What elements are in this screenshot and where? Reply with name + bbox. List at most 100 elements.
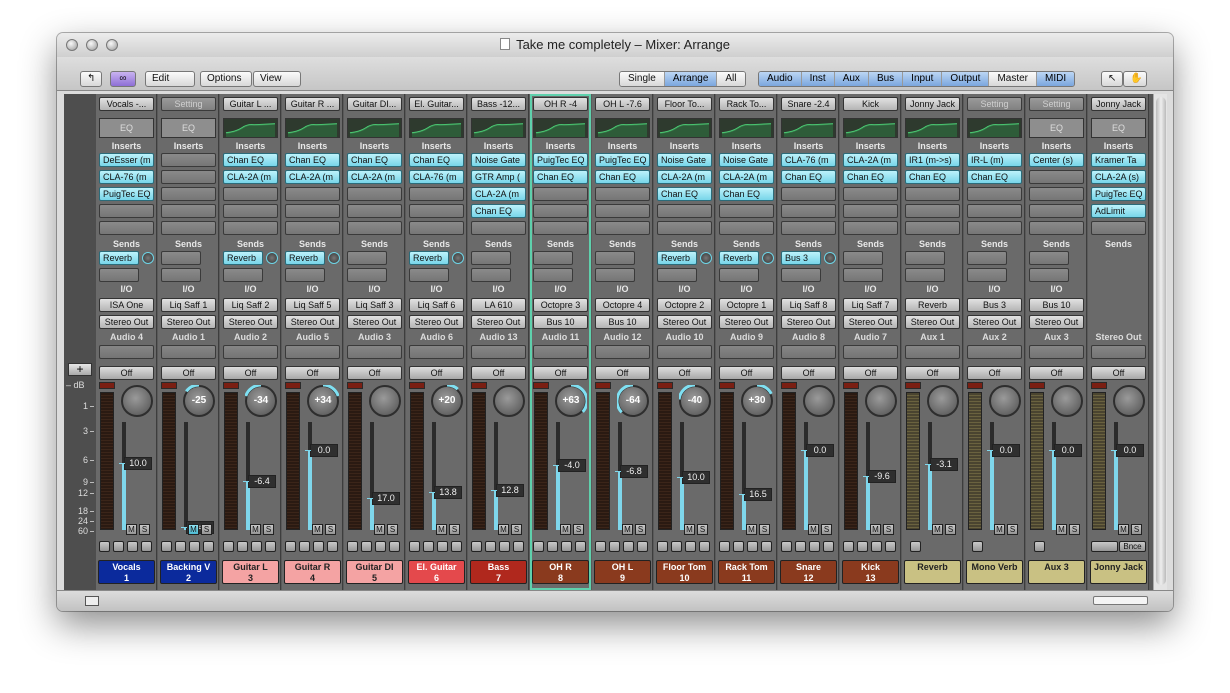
input-monitor-i-button[interactable] [237,541,248,552]
input-monitor-i-button[interactable] [423,541,434,552]
insert-slot[interactable]: Chan EQ [781,170,836,184]
output-button[interactable]: Stereo Out [657,315,712,329]
setting-button[interactable]: Snare -2.4 [781,97,836,111]
link-icon[interactable]: ∞ [110,71,136,87]
solo-button[interactable]: S [325,524,336,535]
insert-slot-empty[interactable] [161,221,216,235]
channel-strip[interactable]: Jonny Jack Inserts IR1 (m->s) Chan EQ Sends I… [902,94,963,590]
clip-indicator[interactable] [99,382,115,389]
freeze-button[interactable] [513,541,524,552]
insert-slot[interactable]: CLA-2A (m [471,187,526,201]
setting-button[interactable]: OH R -4 [533,97,588,111]
fader-value[interactable]: 0.0 [1049,444,1082,458]
automation-mode-button[interactable]: Off [223,366,278,380]
insert-slot-empty[interactable] [843,187,898,201]
channel-strip[interactable]: Floor To... Inserts Noise Gate CLA-2A (m Cha… [654,94,715,590]
send-level-knob[interactable] [452,252,464,264]
freeze-button[interactable] [575,541,586,552]
insert-slot[interactable]: CLA-76 (m [99,170,154,184]
solo-button[interactable]: S [263,524,274,535]
group-slot[interactable] [843,345,898,359]
back-icon[interactable]: ↰ [80,71,102,87]
fader-value[interactable]: 0.0 [305,444,338,458]
freeze-button[interactable] [699,541,710,552]
input-monitor-i-button[interactable] [547,541,558,552]
pan-knob[interactable]: -40 [679,385,711,417]
track-name-label[interactable]: Rack Tom 11 [718,560,775,584]
automation-mode-button[interactable]: Off [533,366,588,380]
clip-indicator[interactable] [657,382,673,389]
track-name-label[interactable]: OH R8 [532,560,589,584]
insert-slot[interactable]: Chan EQ [285,153,340,167]
clip-indicator[interactable] [285,382,301,389]
record-enable-button[interactable] [623,541,634,552]
record-enable-button[interactable] [499,541,510,552]
insert-slot[interactable]: Noise Gate [471,153,526,167]
input-monitor-button[interactable] [595,541,606,552]
send-button-empty[interactable] [533,268,573,282]
filter-inst[interactable]: Inst [800,72,834,86]
insert-slot[interactable]: Chan EQ [347,153,402,167]
send-button-empty[interactable] [657,268,697,282]
zoom-slider[interactable] [1093,596,1148,605]
clip-indicator[interactable] [905,382,921,389]
insert-slot-empty[interactable] [471,221,526,235]
channel-strip[interactable]: Setting Inserts IR-L (m) Chan EQ Sends I/O Bus… [964,94,1025,590]
insert-slot-empty[interactable] [161,170,216,184]
input-button[interactable]: ISA One [99,298,154,312]
eq-display[interactable] [781,118,836,138]
group-slot[interactable] [1091,345,1146,359]
input-monitor-button[interactable] [781,541,792,552]
pan-knob[interactable]: -34 [245,385,277,417]
insert-slot-empty[interactable] [657,204,712,218]
insert-slot-empty[interactable] [409,221,464,235]
eq-display[interactable]: EQ [99,118,154,138]
insert-slot-empty[interactable] [533,221,588,235]
send-button-empty[interactable] [719,268,759,282]
send-button-empty[interactable] [1029,251,1069,265]
send-button-empty[interactable] [409,268,449,282]
group-slot[interactable] [905,345,960,359]
group-slot[interactable] [161,345,216,359]
insert-slot[interactable]: PuigTec EQ [533,153,588,167]
insert-slot-empty[interactable] [533,187,588,201]
insert-slot-empty[interactable] [781,204,836,218]
input-monitor-button[interactable] [285,541,296,552]
eq-display[interactable] [285,118,340,138]
mute-button[interactable]: M [622,524,633,535]
group-slot[interactable] [347,345,402,359]
automation-mode-button[interactable]: Off [161,366,216,380]
insert-slot-empty[interactable] [905,221,960,235]
view-single[interactable]: Single [620,72,664,86]
channel-strip[interactable]: Kick Inserts CLA-2A (m Chan EQ Sends I/O Liq S… [840,94,901,590]
input-monitor-button[interactable] [972,541,983,552]
input-monitor-button[interactable] [657,541,668,552]
setting-button[interactable]: Guitar DI... [347,97,402,111]
input-monitor-button[interactable] [223,541,234,552]
hand-tool-icon[interactable]: ✋ [1123,71,1147,87]
setting-button[interactable]: Setting [967,97,1022,111]
channel-strip[interactable]: El. Guitar... Inserts Chan EQ CLA-76 (m Send… [406,94,467,590]
fader-value[interactable]: 17.0 [367,491,400,505]
send-button-empty[interactable] [1029,268,1069,282]
track-name-label[interactable]: Mono Verb [966,560,1023,584]
automation-mode-button[interactable]: Off [905,366,960,380]
record-enable-button[interactable] [251,541,262,552]
send-level-knob[interactable] [328,252,340,264]
output-button[interactable]: Stereo Out [223,315,278,329]
setting-button[interactable]: Guitar L ... [223,97,278,111]
output-button[interactable]: Stereo Out [99,315,154,329]
insert-slot[interactable]: Noise Gate [657,153,712,167]
filter-midi[interactable]: MIDI [1036,72,1075,86]
output-button[interactable]: Stereo Out [781,315,836,329]
input-monitor-button[interactable] [719,541,730,552]
insert-slot-empty[interactable] [161,153,216,167]
send-level-knob[interactable] [142,252,154,264]
insert-slot-empty[interactable] [905,204,960,218]
send-level-knob[interactable] [824,252,836,264]
group-slot[interactable] [657,345,712,359]
fader-track[interactable] [184,422,188,530]
view-arrange[interactable]: Arrange [663,72,717,86]
fader-value[interactable]: -6.8 [615,464,648,478]
group-slot[interactable] [781,345,836,359]
